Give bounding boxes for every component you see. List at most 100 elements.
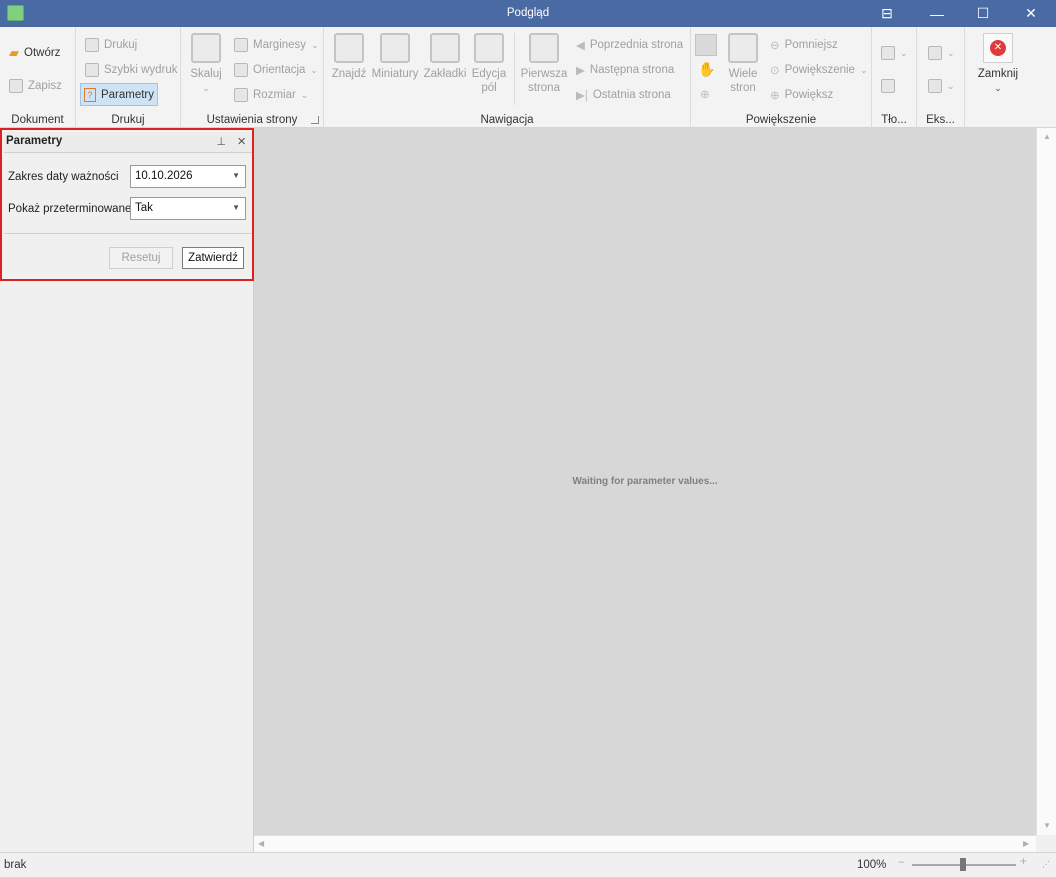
quick-printer-icon [85,63,99,77]
zoom-in-button[interactable]: ⊕ Powiększ [767,84,836,106]
scroll-up-icon[interactable]: ▲ [1043,132,1051,141]
buttons-divider [4,233,252,234]
next-page-button[interactable]: ▶ Następna strona [573,59,677,81]
thumbnails-label: Miniatury [371,68,419,80]
waiting-message: Waiting for parameter values... [572,476,718,487]
group-zamknij: ✕ Zamknij ⌄ [965,27,1031,128]
thumbnails-button[interactable]: Miniatury [372,33,418,81]
parameters-panel: Parametry ⊥ × Zakres daty ważności 10.10… [0,128,254,852]
zoom-icon: ⊙ [770,65,780,77]
size-button[interactable]: Rozmiar ⌄ [231,84,311,106]
submit-button[interactable]: Zatwierdź [182,247,244,269]
hand-tool-icon[interactable]: ✋ [698,61,715,78]
close-window-button[interactable]: ✕ [1008,0,1054,27]
close-preview-label: Zamknij [977,68,1019,80]
find-label: Znajdź [331,68,367,80]
orientation-button[interactable]: Orientacja ⌄ [231,59,321,81]
orientation-label: Orientacja [253,64,306,76]
send-button[interactable]: ⌄ [925,75,958,97]
size-label: Rozmiar [253,89,296,101]
maximize-button[interactable]: ☐ [960,0,1006,27]
first-page-label-2: strona [528,82,560,94]
watermark-button[interactable] [878,75,898,97]
binoculars-icon [334,33,364,63]
group-powiekszenie: ✋ ⊕ Wiele stron ⊖ Pomniejsz ⊙ Powiększen… [691,27,872,128]
close-circle-icon: ✕ [983,33,1013,63]
horizontal-scrollbar[interactable]: ◀ ▶ [254,835,1036,852]
find-button[interactable]: Znajdź [331,33,367,81]
chevron-down-icon: ⌄ [994,83,1002,93]
triangle-right-icon: ▶ [576,65,585,77]
export-button[interactable]: ⌄ [925,42,958,64]
chevron-down-icon: ⌄ [900,47,908,58]
group-label-tlo: Tło... [881,114,907,126]
reset-button[interactable]: Resetuj [109,247,173,269]
ribbon-toggle-icon[interactable]: ⊟ [864,0,910,27]
vertical-scrollbar[interactable]: ▲ ▼ [1036,128,1056,835]
many-pages-button[interactable]: Wiele stron [723,33,763,95]
bookmarks-button[interactable]: Zakładki [424,33,466,81]
scroll-left-icon[interactable]: ◀ [258,839,264,848]
parameters-button[interactable]: ? Parametry [80,83,158,106]
margins-button[interactable]: Marginesy ⌄ [231,34,322,56]
parameters-icon: ? [84,87,96,102]
group-nawigacja: Znajdź Miniatury Zakładki Edycja pól Pie… [324,27,691,128]
triangle-left-icon: ◀ [576,40,585,52]
zoom-slider-thumb[interactable] [960,858,966,871]
chevron-down-icon: ⌄ [859,64,868,75]
thumbnails-icon [380,33,410,63]
resize-grip-icon[interactable]: ⋰ [1042,860,1053,871]
zoom-minus-icon[interactable]: − [898,857,905,869]
scale-button[interactable]: Skaluj ⌄ [190,33,222,95]
open-button[interactable]: ▰ Otwórz [6,42,63,64]
scrollbar-corner [1036,835,1056,852]
show-expired-dropdown[interactable]: Tak ▼ [130,197,246,220]
last-page-label: Ostatnia strona [592,89,671,101]
chevron-down-icon: ⌄ [311,39,319,50]
bookmark-icon [430,33,460,63]
bookmarks-label: Zakładki [423,68,467,80]
edit-fields-label-2: pól [481,82,497,94]
edit-fields-button[interactable]: Edycja pól [470,33,508,95]
group-dokument: ▰ Otwórz Zapisz Dokument [0,27,76,128]
zoom-button[interactable]: ⊙ Powiększenie ⌄ [767,59,871,81]
last-page-icon: ▶| [576,90,588,102]
dialog-launcher-icon[interactable] [311,116,319,124]
chevron-down-icon: ⌄ [310,64,318,75]
chevron-down-icon: ⌄ [947,47,955,58]
scale-icon [191,33,221,63]
magnifier-tool-icon[interactable]: ⊕ [700,87,710,101]
quick-print-label: Szybki wydruk [104,64,178,76]
zoom-out-button[interactable]: ⊖ Pomniejsz [767,34,841,56]
minimize-button[interactable]: — [914,0,960,27]
title-bar: Podgląd ⊟ — ☐ ✕ [0,0,1056,27]
close-preview-button[interactable]: ✕ Zamknij ⌄ [977,33,1019,95]
group-label-drukuj: Drukuj [111,114,145,126]
watermark-icon [881,79,895,93]
field-label-date-range: Zakres daty ważności [8,171,119,183]
pin-icon[interactable]: ⊥ [216,135,226,148]
date-range-dropdown[interactable]: 10.10.2026 ▼ [130,165,246,188]
quick-print-button[interactable]: Szybki wydruk [82,59,181,81]
edit-fields-label-1: Edycja [471,68,507,80]
save-button[interactable]: Zapisz [6,75,65,97]
document-viewer[interactable]: Waiting for parameter values... [254,128,1036,835]
page-color-button[interactable]: ⌄ [878,42,911,64]
many-pages-icon [728,33,758,63]
parameters-header: Parametry ⊥ × [4,132,252,152]
close-icon[interactable]: × [237,133,246,150]
scroll-down-icon[interactable]: ▼ [1043,821,1051,830]
last-page-button[interactable]: ▶| Ostatnia strona [573,84,674,106]
group-label-eksport: Eks... [926,114,955,126]
first-page-button[interactable]: Pierwsza strona [520,33,568,95]
next-page-label: Następna strona [589,64,675,76]
zoom-plus-icon[interactable]: + [1020,856,1027,868]
print-button[interactable]: Drukuj [82,34,140,56]
folder-icon: ▰ [9,45,19,60]
scroll-right-icon[interactable]: ▶ [1023,839,1029,848]
first-page-label-1: Pierwsza [520,68,568,80]
previous-page-button[interactable]: ◀ Poprzednia strona [573,34,686,56]
many-pages-label-2: stron [730,82,756,94]
pointer-tool-icon[interactable] [695,34,717,56]
chevron-down-icon: ⌄ [947,80,955,91]
